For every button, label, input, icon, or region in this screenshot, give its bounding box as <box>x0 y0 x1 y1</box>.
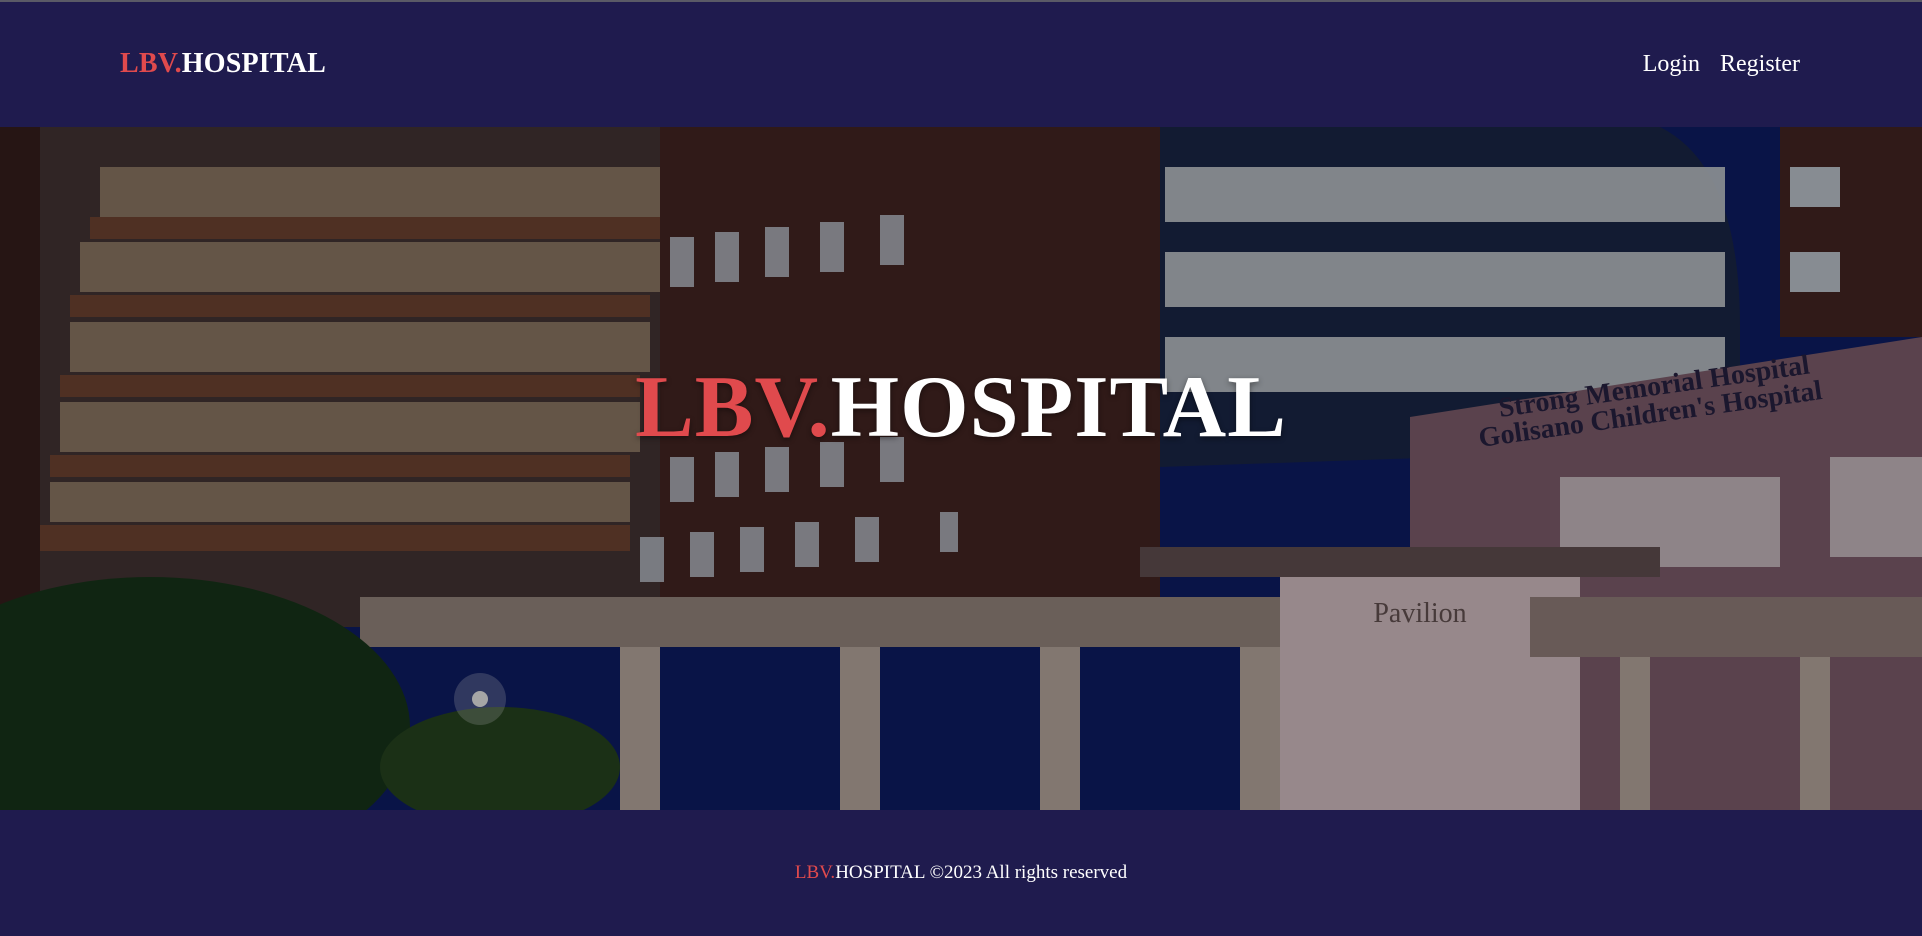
hero-title-name: HOSPITAL <box>830 359 1287 456</box>
header-nav: Login Register <box>1643 51 1800 78</box>
footer-copyright: LBV.HOSPITAL ©2023 All rights reserved <box>0 862 1922 884</box>
footer-copyright-text: ©2023 All rights reserved <box>924 862 1128 883</box>
hero-title: LBV.HOSPITAL <box>0 357 1922 458</box>
site-footer: LBV.HOSPITAL ©2023 All rights reserved <box>0 810 1922 936</box>
hero-banner: Strong Memorial Hospital Golisano Childr… <box>0 127 1922 810</box>
footer-brand-name: HOSPITAL <box>835 862 925 883</box>
site-header: LBV.HOSPITAL Login Register <box>0 2 1922 127</box>
hospital-building-image: Strong Memorial Hospital Golisano Childr… <box>0 127 1922 810</box>
footer-brand-accent: LBV. <box>794 862 836 883</box>
logo-accent: LBV. <box>120 48 182 79</box>
register-link[interactable]: Register <box>1720 51 1800 78</box>
header-logo[interactable]: LBV.HOSPITAL <box>120 48 326 80</box>
hero-title-accent: LBV. <box>635 359 831 456</box>
logo-name: HOSPITAL <box>181 48 326 79</box>
login-link[interactable]: Login <box>1643 51 1700 78</box>
